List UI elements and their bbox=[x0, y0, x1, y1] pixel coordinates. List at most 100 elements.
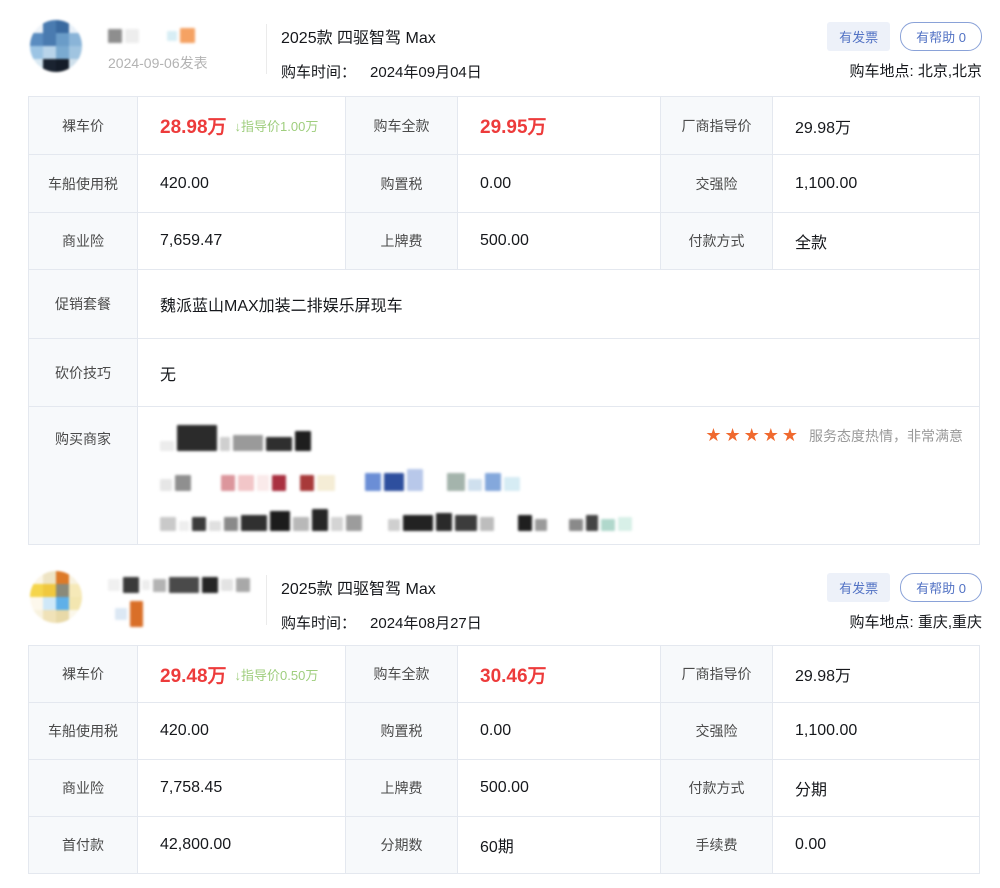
field-value: 29.95万 bbox=[458, 97, 661, 154]
table-row-bargain: 砍价技巧 无 bbox=[29, 339, 979, 407]
field-value: 7,758.45 bbox=[138, 760, 346, 816]
table-row-dealer: 购买商家 bbox=[29, 407, 979, 544]
table-row: 裸车价 29.48万 ↓指导价0.50万 购车全款 30.46万 厂商指导价 2… bbox=[29, 646, 979, 703]
censored-username bbox=[108, 28, 258, 43]
invoice-badge: 有发票 bbox=[827, 573, 890, 602]
censored-username bbox=[108, 577, 258, 593]
purchase-time-label: 购车时间： bbox=[281, 615, 356, 632]
censored-dealer-tags bbox=[160, 469, 963, 491]
field-value: 0.00 bbox=[458, 703, 661, 759]
entry-header: 2024-09-06发表 2025款 四驱智驾 Max 购车时间： 2024年09… bbox=[0, 16, 1000, 82]
price-share-entry: 2025款 四驱智驾 Max 购车时间： 2024年08月27日 有发票 有帮助 … bbox=[0, 567, 1000, 874]
car-model-title: 2025款 四驱智驾 Max bbox=[281, 24, 482, 48]
field-label: 付款方式 bbox=[661, 760, 773, 816]
helpful-button[interactable]: 有帮助 0 bbox=[900, 573, 982, 602]
bare-car-price: 29.48万 bbox=[160, 661, 227, 688]
entry-header: 2025款 四驱智驾 Max 购车时间： 2024年08月27日 有发票 有帮助 … bbox=[0, 567, 1000, 633]
field-label: 厂商指导价 bbox=[661, 97, 773, 154]
dealer-info-cell: ★★★★★ 服务态度热情，非常满意 bbox=[138, 407, 979, 544]
field-value: 29.48万 ↓指导价0.50万 bbox=[138, 646, 346, 702]
car-model-title: 2025款 四驱智驾 Max bbox=[281, 575, 482, 599]
price-table: 裸车价 28.98万 ↓指导价1.00万 购车全款 29.95万 厂商指导价 2… bbox=[28, 96, 980, 545]
field-value: 60期 bbox=[458, 817, 661, 873]
user-meta: 2024-09-06发表 bbox=[108, 16, 258, 73]
table-row: 车船使用税 420.00 购置税 0.00 交强险 1,100.00 bbox=[29, 155, 979, 213]
table-row: 首付款 42,800.00 分期数 60期 手续费 0.00 bbox=[29, 817, 979, 873]
purchase-time-value: 2024年08月27日 bbox=[370, 615, 482, 632]
field-value: 420.00 bbox=[138, 703, 346, 759]
total-price: 30.46万 bbox=[480, 661, 547, 688]
field-value: 0.00 bbox=[458, 155, 661, 212]
header-right: 有发票 有帮助 0 购车地点: 北京,北京 bbox=[827, 16, 982, 81]
table-row: 车船使用税 420.00 购置税 0.00 交强险 1,100.00 bbox=[29, 703, 979, 760]
field-label: 裸车价 bbox=[29, 646, 138, 702]
table-row: 商业险 7,659.47 上牌费 500.00 付款方式 全款 bbox=[29, 213, 979, 270]
dealer-rating: ★★★★★ 服务态度热情，非常满意 bbox=[705, 425, 963, 446]
field-label: 首付款 bbox=[29, 817, 138, 873]
below-msrp-note: ↓指导价0.50万 bbox=[235, 665, 319, 684]
field-label: 手续费 bbox=[661, 817, 773, 873]
field-label: 购置税 bbox=[346, 155, 458, 212]
field-value: 29.98万 bbox=[773, 646, 979, 702]
field-label: 购车全款 bbox=[346, 646, 458, 702]
field-value: 42,800.00 bbox=[138, 817, 346, 873]
field-value: 1,100.00 bbox=[773, 703, 979, 759]
field-value: 500.00 bbox=[458, 760, 661, 816]
table-row: 裸车价 28.98万 ↓指导价1.00万 购车全款 29.95万 厂商指导价 2… bbox=[29, 97, 979, 155]
field-value: 7,659.47 bbox=[138, 213, 346, 269]
field-label: 上牌费 bbox=[346, 760, 458, 816]
field-value: 1,100.00 bbox=[773, 155, 979, 212]
field-label: 购置税 bbox=[346, 703, 458, 759]
purchase-time-value: 2024年09月04日 bbox=[370, 64, 482, 81]
header-divider bbox=[266, 24, 267, 74]
user-avatar[interactable] bbox=[30, 571, 82, 623]
car-info: 2025款 四驱智驾 Max 购车时间： 2024年08月27日 bbox=[281, 567, 482, 633]
field-label: 砍价技巧 bbox=[29, 339, 138, 406]
field-label: 交强险 bbox=[661, 703, 773, 759]
field-label: 付款方式 bbox=[661, 213, 773, 269]
field-label: 商业险 bbox=[29, 213, 138, 269]
field-value: 28.98万 ↓指导价1.00万 bbox=[138, 97, 346, 154]
field-label: 车船使用税 bbox=[29, 155, 138, 212]
field-label: 厂商指导价 bbox=[661, 646, 773, 702]
purchase-time-label: 购车时间： bbox=[281, 64, 356, 81]
rating-text: 服务态度热情，非常满意 bbox=[809, 426, 963, 446]
field-value: 0.00 bbox=[773, 817, 979, 873]
field-label: 促销套餐 bbox=[29, 270, 138, 338]
field-value: 30.46万 bbox=[458, 646, 661, 702]
field-value: 全款 bbox=[773, 213, 979, 269]
field-label: 购车全款 bbox=[346, 97, 458, 154]
table-row: 商业险 7,758.45 上牌费 500.00 付款方式 分期 bbox=[29, 760, 979, 817]
helpful-button[interactable]: 有帮助 0 bbox=[900, 22, 982, 51]
censored-user-badge bbox=[108, 601, 258, 627]
rating-stars-icon: ★★★★★ bbox=[705, 425, 801, 446]
field-value: 29.98万 bbox=[773, 97, 979, 154]
bare-car-price: 28.98万 bbox=[160, 112, 227, 139]
price-share-entry: 2024-09-06发表 2025款 四驱智驾 Max 购车时间： 2024年09… bbox=[0, 16, 1000, 545]
field-label: 车船使用税 bbox=[29, 703, 138, 759]
field-label: 裸车价 bbox=[29, 97, 138, 154]
purchase-time: 购车时间： 2024年09月04日 bbox=[281, 61, 482, 82]
field-label: 上牌费 bbox=[346, 213, 458, 269]
invoice-badge: 有发票 bbox=[827, 22, 890, 51]
field-label: 交强险 bbox=[661, 155, 773, 212]
field-label: 分期数 bbox=[346, 817, 458, 873]
censored-dealer-address bbox=[160, 509, 963, 531]
purchase-location: 购车地点: 北京,北京 bbox=[827, 60, 982, 81]
user-avatar[interactable] bbox=[30, 20, 82, 72]
bargain-value: 无 bbox=[138, 339, 979, 406]
purchase-time: 购车时间： 2024年08月27日 bbox=[281, 612, 482, 633]
header-right: 有发票 有帮助 0 购车地点: 重庆,重庆 bbox=[827, 567, 982, 632]
user-meta bbox=[108, 567, 258, 627]
price-table: 裸车价 29.48万 ↓指导价0.50万 购车全款 30.46万 厂商指导价 2… bbox=[28, 645, 980, 874]
car-info: 2025款 四驱智驾 Max 购车时间： 2024年09月04日 bbox=[281, 16, 482, 82]
field-label: 商业险 bbox=[29, 760, 138, 816]
publish-date: 2024-09-06发表 bbox=[108, 53, 258, 73]
header-divider bbox=[266, 575, 267, 625]
field-value: 420.00 bbox=[138, 155, 346, 212]
promo-value: 魏派蓝山MAX加装二排娱乐屏现车 bbox=[138, 270, 979, 338]
below-msrp-note: ↓指导价1.00万 bbox=[235, 116, 319, 135]
purchase-location: 购车地点: 重庆,重庆 bbox=[827, 611, 982, 632]
field-value: 500.00 bbox=[458, 213, 661, 269]
table-row-promo: 促销套餐 魏派蓝山MAX加装二排娱乐屏现车 bbox=[29, 270, 979, 339]
